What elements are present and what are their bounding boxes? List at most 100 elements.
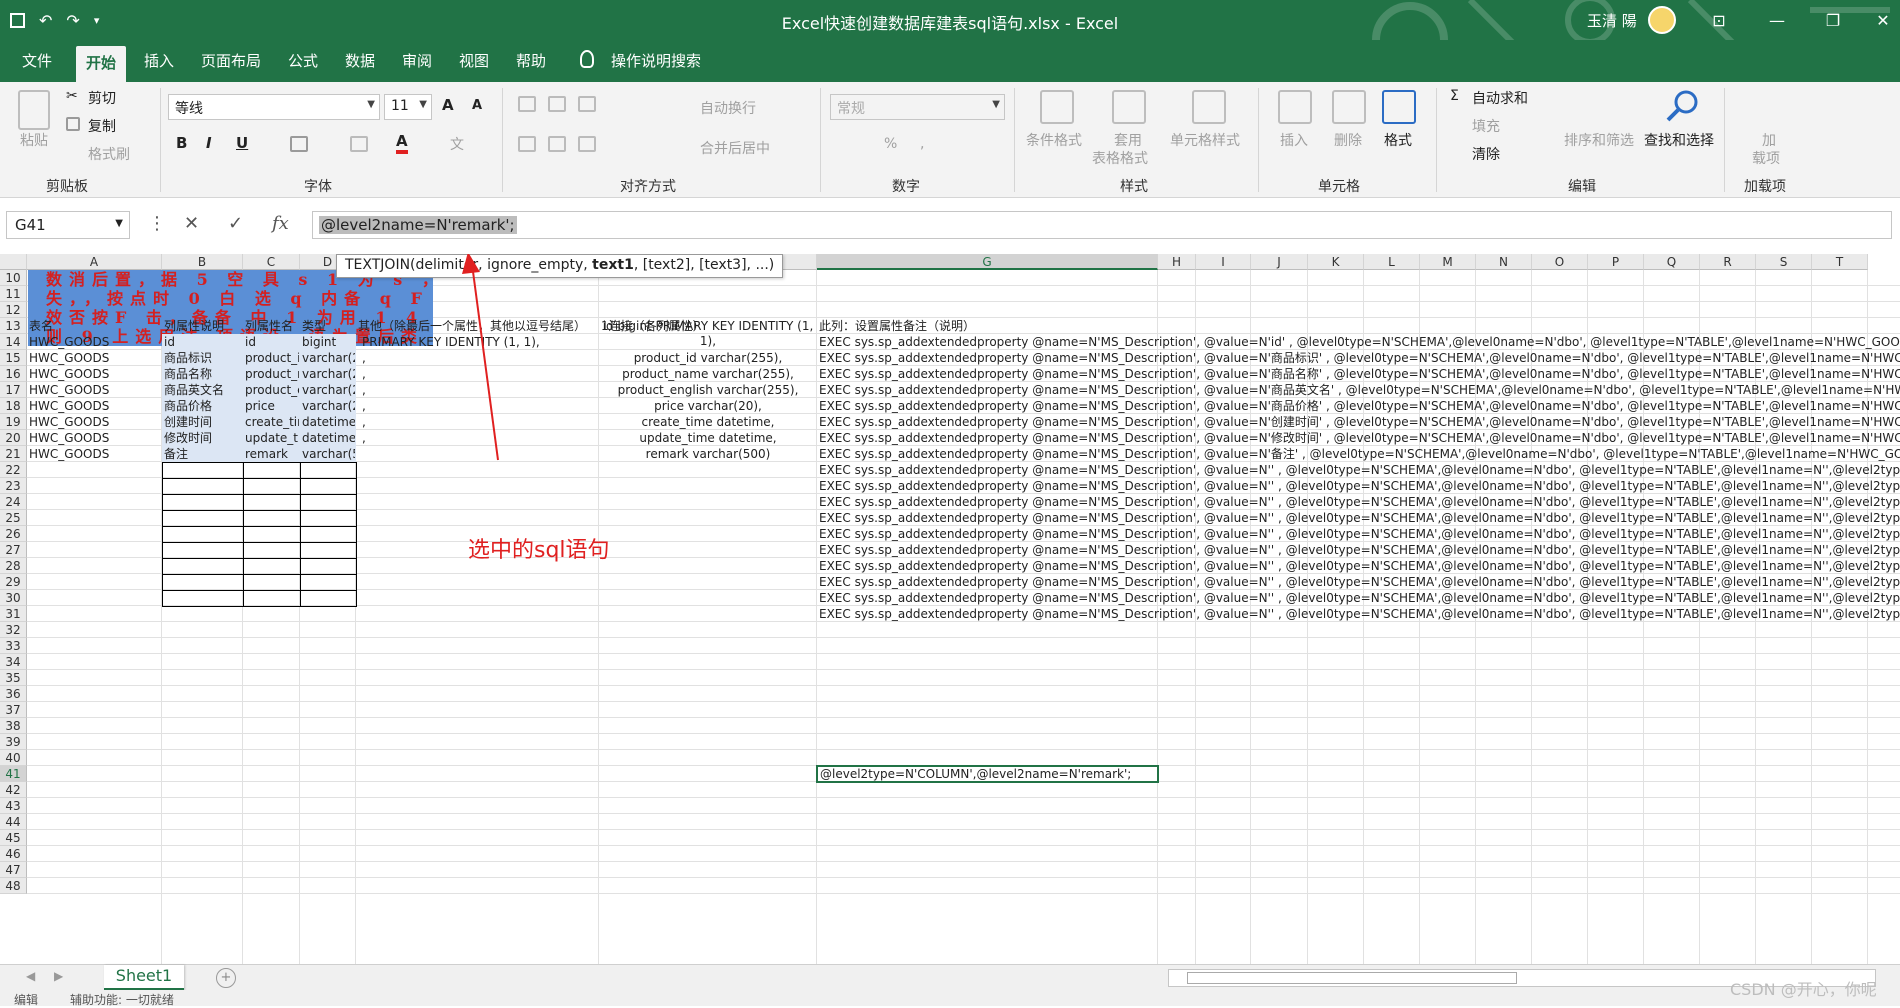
divider xyxy=(1436,88,1437,192)
divider xyxy=(502,88,503,192)
tab-insert[interactable]: 插入 xyxy=(144,50,174,71)
spreadsheet-grid[interactable]: ABCDEFGHIJKLMNOPQRST10111213141516171819… xyxy=(0,254,1900,964)
scissors-icon[interactable]: ✂ xyxy=(66,88,78,104)
align-right-icon[interactable] xyxy=(578,136,596,152)
divider xyxy=(1014,88,1015,192)
italic-button[interactable]: I xyxy=(206,134,212,152)
chevron-down-icon: ▼ xyxy=(115,218,123,229)
font-color-button[interactable]: A xyxy=(396,132,408,154)
tab-help[interactable]: 帮助 xyxy=(516,50,546,71)
shrink-font-button[interactable]: A xyxy=(472,98,482,113)
ribbon: 粘贴 ✂ 剪切 复制 格式刷 剪贴板 等线 ▼ 11 ▼ A A B I U A 文… xyxy=(0,82,1900,198)
comma-button[interactable]: , xyxy=(920,136,924,152)
merge-center-button[interactable]: 合并后居中 xyxy=(700,138,770,158)
autosum-button[interactable]: 自动求和 xyxy=(1472,88,1528,108)
find-select-button[interactable]: 查找和选择 xyxy=(1644,130,1714,150)
grow-font-button[interactable]: A xyxy=(442,96,454,114)
tab-review[interactable]: 审阅 xyxy=(402,50,432,71)
copy-icon[interactable] xyxy=(66,117,80,131)
borders-icon[interactable] xyxy=(290,136,308,152)
next-sheet-icon[interactable]: ▶ xyxy=(54,969,63,983)
font-name-select[interactable]: 等线 ▼ xyxy=(168,94,380,120)
close-button[interactable]: ✕ xyxy=(1858,0,1900,40)
search-icon[interactable] xyxy=(1664,88,1700,124)
ribbon-tabs: 文件 开始 插入 页面布局 公式 数据 审阅 视图 帮助 操作说明搜索 xyxy=(0,40,1900,82)
middle-align-icon[interactable] xyxy=(548,96,566,112)
minimize-button[interactable]: — xyxy=(1752,0,1802,40)
clear-button[interactable]: 清除 xyxy=(1472,144,1500,164)
insert-cells-icon[interactable] xyxy=(1278,90,1312,124)
font-group-label: 字体 xyxy=(304,179,332,195)
insert-cells-button[interactable]: 插入 xyxy=(1280,130,1308,150)
more-options-icon[interactable]: ⋮ xyxy=(148,213,166,234)
alignment-group-label: 对齐方式 xyxy=(620,179,676,195)
divider xyxy=(160,88,161,192)
delete-cells-icon[interactable] xyxy=(1332,90,1366,124)
styles-group-label: 样式 xyxy=(1120,179,1148,195)
divider xyxy=(820,88,821,192)
enter-formula-button[interactable]: ✓ xyxy=(228,213,243,234)
paste-button[interactable]: 粘贴 xyxy=(20,130,48,150)
formula-input[interactable]: @level2name=N'remark'; xyxy=(312,211,1892,239)
tab-home[interactable]: 开始 xyxy=(76,46,127,82)
delete-cells-button[interactable]: 删除 xyxy=(1334,130,1362,150)
format-as-table-icon[interactable] xyxy=(1112,90,1146,124)
format-cells-icon[interactable] xyxy=(1382,90,1416,124)
maximize-button[interactable]: ❐ xyxy=(1808,0,1858,40)
conditional-format-icon[interactable] xyxy=(1040,90,1074,124)
bottom-align-icon[interactable] xyxy=(578,96,596,112)
number-format-select[interactable]: 常规 ▼ xyxy=(830,94,1005,120)
ribbon-display-button[interactable]: ⊡ xyxy=(1694,0,1744,40)
bold-button[interactable]: B xyxy=(176,134,187,152)
user-name[interactable]: 玉清 陽 xyxy=(1587,10,1637,31)
sheet-tab[interactable]: Sheet1 xyxy=(104,965,184,991)
top-align-icon[interactable] xyxy=(518,96,536,112)
status-bar: 编辑 辅助功能: 一切就绪 xyxy=(0,990,1900,1008)
cell-styles-button[interactable]: 单元格样式 xyxy=(1170,130,1240,150)
paste-icon[interactable] xyxy=(18,90,50,130)
sigma-icon[interactable]: Σ xyxy=(1450,88,1459,104)
accessibility-status[interactable]: 辅助功能: 一切就绪 xyxy=(70,991,174,1008)
conditional-format-button[interactable]: 条件格式 xyxy=(1026,130,1082,150)
tab-page-layout[interactable]: 页面布局 xyxy=(201,50,261,71)
scrollbar-thumb[interactable] xyxy=(1187,972,1517,984)
sort-filter-button[interactable]: 排序和筛选 xyxy=(1564,130,1634,150)
cell-styles-icon[interactable] xyxy=(1192,90,1226,124)
copy-button[interactable]: 复制 xyxy=(88,116,116,136)
tab-data[interactable]: 数据 xyxy=(345,50,375,71)
tell-me-search[interactable]: 操作说明搜索 xyxy=(611,50,701,71)
align-center-icon[interactable] xyxy=(548,136,566,152)
format-painter-button[interactable]: 格式刷 xyxy=(88,144,130,164)
insert-function-button[interactable]: fx xyxy=(272,213,289,234)
add-sheet-button[interactable]: + xyxy=(216,968,236,988)
phonetic-icon[interactable]: 文 xyxy=(450,134,464,154)
tab-file[interactable]: 文件 xyxy=(22,50,52,71)
tab-formulas[interactable]: 公式 xyxy=(288,50,318,71)
prev-sheet-icon[interactable]: ◀ xyxy=(26,969,35,983)
addins-group-label: 加载项 xyxy=(1744,179,1786,195)
underline-button[interactable]: U xyxy=(236,134,248,152)
formula-bar: G41 ▼ ⋮ ✕ ✓ fx @level2name=N'remark'; xyxy=(0,198,1900,254)
cut-button[interactable]: 剪切 xyxy=(88,88,116,108)
addins-button[interactable]: 加 xyxy=(1762,130,1776,150)
tab-view[interactable]: 视图 xyxy=(459,50,489,71)
addins-label: 载项 xyxy=(1752,151,1780,167)
format-cells-button[interactable]: 格式 xyxy=(1384,130,1412,150)
avatar[interactable] xyxy=(1648,6,1676,34)
fill-color-icon[interactable] xyxy=(350,136,368,152)
annotation-label: 选中的sql语句 xyxy=(468,538,610,563)
name-box-value: G41 xyxy=(15,216,46,234)
percent-button[interactable]: % xyxy=(884,136,897,152)
font-name-value: 等线 xyxy=(175,101,203,117)
fill-button[interactable]: 填充 xyxy=(1472,116,1500,136)
font-size-select[interactable]: 11 ▼ xyxy=(384,94,432,120)
name-box[interactable]: G41 ▼ xyxy=(6,211,130,239)
wrap-text-button[interactable]: 自动换行 xyxy=(700,98,756,118)
lightbulb-icon xyxy=(580,50,594,68)
format-as-table-button[interactable]: 套用 xyxy=(1114,130,1142,150)
align-left-icon[interactable] xyxy=(518,136,536,152)
format-as-table-label: 表格格式 xyxy=(1092,151,1148,167)
cancel-formula-button[interactable]: ✕ xyxy=(184,213,199,234)
cells-group-label: 单元格 xyxy=(1318,179,1360,195)
number-group-label: 数字 xyxy=(892,179,920,195)
